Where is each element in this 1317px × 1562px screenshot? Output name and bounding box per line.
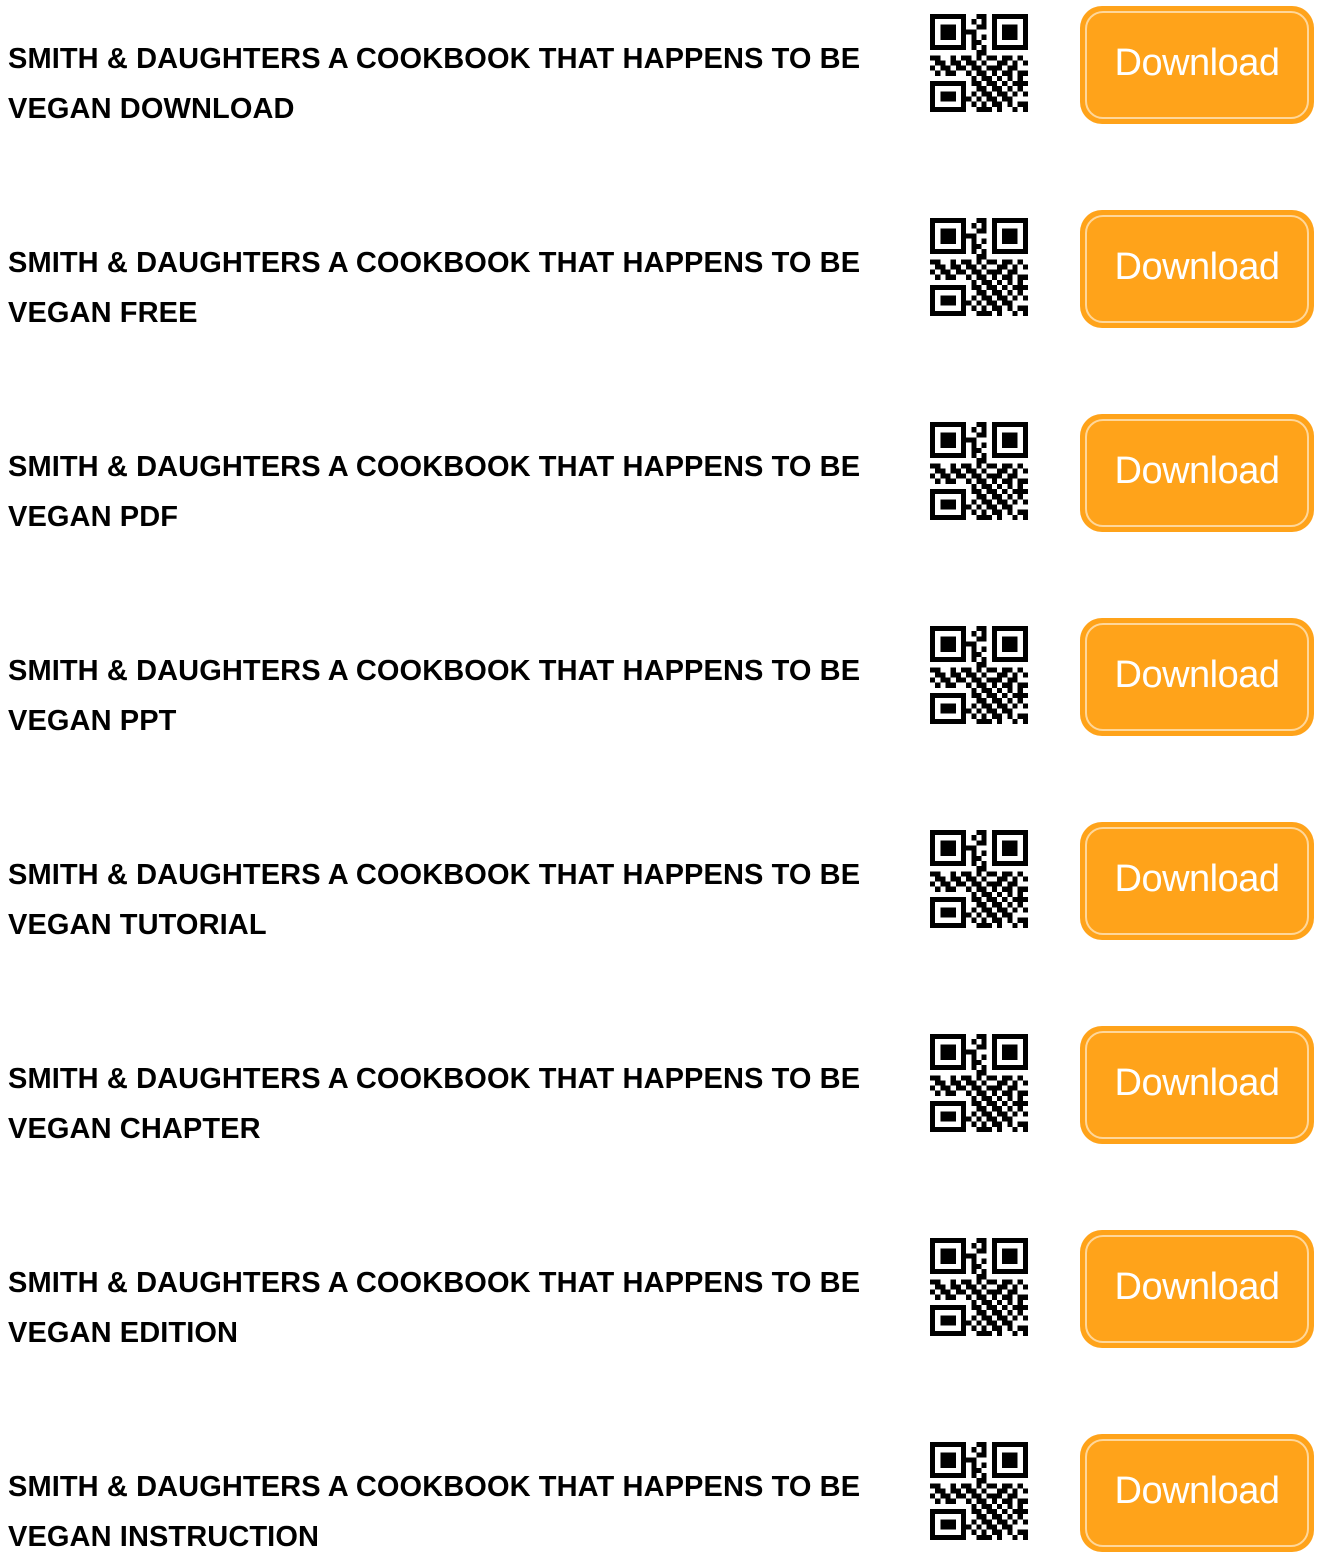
list-item: SMITH & DAUGHTERS A COOKBOOK THAT HAPPEN… — [0, 1224, 1317, 1354]
download-button[interactable]: Download — [1080, 414, 1314, 532]
download-button-label: Download — [1114, 858, 1281, 900]
list-item: SMITH & DAUGHTERS A COOKBOOK THAT HAPPEN… — [0, 408, 1317, 538]
qr-code-icon — [930, 422, 1028, 520]
item-title: SMITH & DAUGHTERS A COOKBOOK THAT HAPPEN… — [8, 43, 861, 125]
qr-code-icon — [930, 1238, 1028, 1336]
item-title: SMITH & DAUGHTERS A COOKBOOK THAT HAPPEN… — [8, 1267, 861, 1349]
download-button-label: Download — [1114, 654, 1281, 696]
list-item: SMITH & DAUGHTERS A COOKBOOK THAT HAPPEN… — [0, 1428, 1317, 1558]
item-title: SMITH & DAUGHTERS A COOKBOOK THAT HAPPEN… — [8, 451, 861, 533]
qr-code-icon — [930, 1442, 1028, 1540]
list-item: SMITH & DAUGHTERS A COOKBOOK THAT HAPPEN… — [0, 204, 1317, 334]
item-title: SMITH & DAUGHTERS A COOKBOOK THAT HAPPEN… — [8, 247, 861, 329]
qr-code-icon — [930, 626, 1028, 724]
download-button-label: Download — [1114, 1470, 1281, 1512]
item-title: SMITH & DAUGHTERS A COOKBOOK THAT HAPPEN… — [8, 655, 861, 737]
download-button-label: Download — [1114, 1062, 1281, 1104]
download-button[interactable]: Download — [1080, 6, 1314, 124]
download-button[interactable]: Download — [1080, 210, 1314, 328]
download-button-label: Download — [1114, 246, 1281, 288]
qr-code-icon — [930, 1034, 1028, 1132]
list-item: SMITH & DAUGHTERS A COOKBOOK THAT HAPPEN… — [0, 816, 1317, 946]
download-button[interactable]: Download — [1080, 618, 1314, 736]
download-button-label: Download — [1114, 1266, 1281, 1308]
qr-code-icon — [930, 14, 1028, 112]
download-button[interactable]: Download — [1080, 1434, 1314, 1552]
download-button-label: Download — [1114, 450, 1281, 492]
item-title: SMITH & DAUGHTERS A COOKBOOK THAT HAPPEN… — [8, 1471, 861, 1553]
download-button-label: Download — [1114, 42, 1281, 84]
download-button[interactable]: Download — [1080, 822, 1314, 940]
download-button[interactable]: Download — [1080, 1026, 1314, 1144]
qr-code-icon — [930, 830, 1028, 928]
list-item: SMITH & DAUGHTERS A COOKBOOK THAT HAPPEN… — [0, 612, 1317, 742]
list-item: SMITH & DAUGHTERS A COOKBOOK THAT HAPPEN… — [0, 1020, 1317, 1150]
item-title: SMITH & DAUGHTERS A COOKBOOK THAT HAPPEN… — [8, 1063, 861, 1145]
qr-code-icon — [930, 218, 1028, 316]
download-button[interactable]: Download — [1080, 1230, 1314, 1348]
item-title: SMITH & DAUGHTERS A COOKBOOK THAT HAPPEN… — [8, 859, 861, 941]
list-item: SMITH & DAUGHTERS A COOKBOOK THAT HAPPEN… — [0, 0, 1317, 130]
